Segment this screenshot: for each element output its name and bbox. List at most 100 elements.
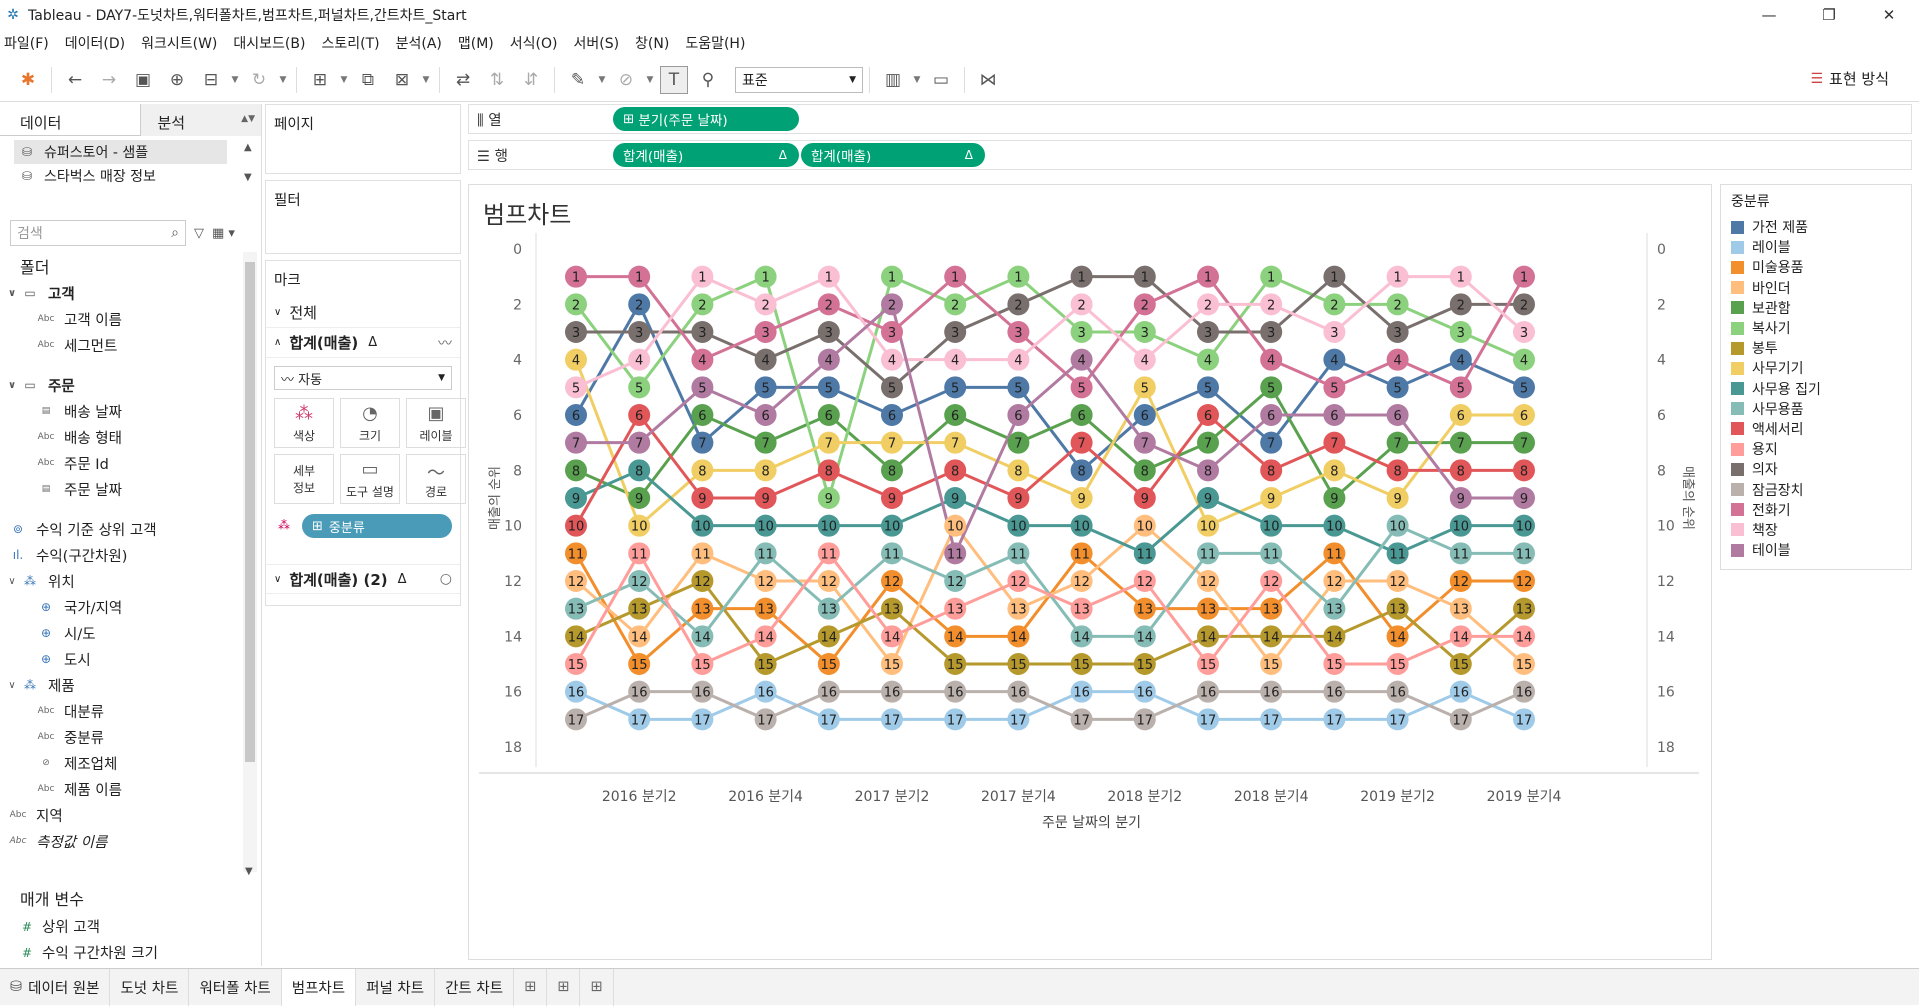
chevron-down-icon[interactable]: ∨ — [6, 380, 18, 391]
columns-shelf[interactable]: ⫼ 열 ⊞ 분기(주문 날짜) — [468, 104, 1912, 134]
field-item[interactable]: Abc 측정값 이름 — [0, 828, 240, 854]
tooltip-button[interactable]: ▭ 도구 설명 — [340, 454, 400, 504]
duplicate-sheet-icon[interactable]: ⧉ — [354, 66, 382, 94]
chevron-down-icon[interactable]: ▼ — [911, 66, 923, 94]
scrollbar-thumb[interactable] — [245, 262, 255, 762]
marks-sales-header[interactable]: ∧ 합계(매출) Δ 〰 — [266, 328, 460, 358]
pages-card[interactable]: 페이지 — [265, 104, 461, 174]
legend-item[interactable]: 전화기 — [1727, 500, 1905, 520]
legend-item[interactable]: 보관함 — [1727, 298, 1905, 318]
show-cards-icon[interactable]: ▥ — [879, 66, 907, 94]
rows-pill[interactable]: 합계(매출) Δ — [801, 143, 985, 167]
mark-type-select[interactable]: 〰 자동 ▼ — [274, 366, 452, 390]
show-labels-icon[interactable]: T — [660, 65, 688, 94]
legend-item[interactable]: 사무기기 — [1727, 358, 1905, 378]
size-button[interactable]: ◔ 크기 — [340, 398, 400, 448]
fix-axes-icon[interactable]: ⚲ — [694, 66, 722, 94]
detail-button[interactable]: 세부 정보 — [274, 454, 334, 504]
legend-item[interactable]: 미술용품 — [1727, 257, 1905, 277]
path-button[interactable]: 〜 경로 — [406, 454, 466, 504]
share-icon[interactable]: ⋈ — [974, 66, 1002, 94]
chevron-down-icon[interactable]: ∨ — [6, 576, 18, 587]
legend-item[interactable]: 레이블 — [1727, 237, 1905, 257]
chevron-down-icon[interactable]: ▼ — [338, 66, 350, 94]
legend-item[interactable]: 사무용품 — [1727, 399, 1905, 419]
menu-item[interactable]: 대시보드(B) — [233, 33, 305, 53]
color-button[interactable]: ⁂ 색상 — [274, 398, 334, 448]
field-item[interactable]: ⊕ 시/도 — [0, 620, 240, 646]
pause-update-icon[interactable]: ⊟ — [197, 66, 225, 94]
menu-item[interactable]: 스토리(T) — [321, 33, 379, 53]
swap-icon[interactable]: ⇄ — [449, 66, 477, 94]
chevron-down-icon[interactable]: ▼ — [277, 66, 289, 94]
new-worksheet-icon[interactable]: ⊞ — [514, 968, 548, 1006]
sort-descending-icon[interactable]: ⇵ — [517, 66, 545, 94]
menu-item[interactable]: 데이터(D) — [65, 33, 125, 53]
redo-icon[interactable]: → — [95, 66, 123, 94]
folder-item[interactable]: ∨ ▭ 주문 — [0, 372, 240, 398]
group-icon[interactable]: ⊘ — [612, 66, 640, 94]
folder-item[interactable]: ∨ ⁂ 제품 — [0, 672, 240, 698]
field-item[interactable]: ⊘ 제조업체 — [0, 750, 240, 776]
field-item[interactable]: ıl. 수익(구간차원) — [0, 542, 240, 568]
sheet-tab[interactable]: 도넛 차트 — [110, 968, 190, 1006]
field-item[interactable]: Abc 고객 이름 — [0, 306, 240, 332]
legend-item[interactable]: 봉투 — [1727, 338, 1905, 358]
menu-item[interactable]: 창(N) — [635, 33, 669, 53]
datasource-item[interactable]: ⛁ 스타벅스 매장 정보 — [0, 164, 261, 188]
field-item[interactable]: Abc 지역 — [0, 802, 240, 828]
refresh-icon[interactable]: ↻ — [245, 66, 273, 94]
tableau-home-icon[interactable]: ✱ — [14, 66, 42, 94]
sheet-tab[interactable]: 간트 차트 — [435, 968, 515, 1006]
scroll-down-icon[interactable]: ▼ — [244, 172, 252, 183]
legend-item[interactable]: 사무용 집기 — [1727, 379, 1905, 399]
show-me-button[interactable]: ☰ 표현 방식 — [1810, 68, 1889, 89]
tab-analysis[interactable]: 분석 ▲▼ — [140, 104, 261, 136]
field-item[interactable]: ⊕ 국가/지역 — [0, 594, 240, 620]
undo-icon[interactable]: ← — [61, 66, 89, 94]
field-item[interactable]: Abc 대분류 — [0, 698, 240, 724]
sheet-tab[interactable]: ⛁ 데이터 원본 — [0, 968, 111, 1006]
search-input[interactable]: 검색 ⌕ — [10, 220, 186, 246]
field-item[interactable]: Abc 배송 형태 — [0, 424, 240, 450]
menu-item[interactable]: 분석(A) — [396, 33, 442, 53]
chevron-down-icon[interactable]: ∨ — [6, 288, 18, 299]
datasource-item[interactable]: ⛁ 슈퍼스토어 - 샘플 — [14, 140, 227, 164]
bump-chart[interactable]: 0 02 24 46 68 810 1012 1214 1416 1618 18매출의 순위 매출의 … — [469, 185, 1711, 959]
menu-item[interactable]: 워크시트(W) — [141, 33, 217, 53]
menu-item[interactable]: 도움말(H) — [685, 33, 745, 53]
label-button[interactable]: ▣ 레이블 — [406, 398, 466, 448]
minimize-icon[interactable]: — — [1739, 0, 1799, 30]
legend-item[interactable]: 액세서리 — [1727, 419, 1905, 439]
scroll-down-icon[interactable]: ▼ — [245, 866, 253, 877]
filters-card[interactable]: 필터 — [265, 180, 461, 254]
chevron-down-icon[interactable]: ▼ — [644, 66, 656, 94]
sheet-tab[interactable]: 워터폴 차트 — [189, 968, 282, 1006]
chevron-down-icon[interactable]: ▼ — [229, 66, 241, 94]
new-worksheet-icon[interactable]: ⊞ — [306, 66, 334, 94]
legend-item[interactable]: 가전 제품 — [1727, 217, 1905, 237]
fit-select[interactable]: 표준 ▼ — [735, 66, 863, 93]
legend-item[interactable]: 책장 — [1727, 520, 1905, 540]
chevron-down-icon[interactable]: ▼ — [596, 66, 608, 94]
menu-item[interactable]: 파일(F) — [4, 33, 49, 53]
view-options-icon[interactable]: ▦ ▾ — [212, 226, 235, 241]
field-item[interactable]: ⊕ 도시 — [0, 646, 240, 672]
series-line[interactable] — [574, 551, 1524, 666]
field-item[interactable]: Abc 중분류 — [0, 724, 240, 750]
scroll-up-icon[interactable]: ▲ — [244, 142, 252, 153]
presentation-mode-icon[interactable]: ▭ — [927, 66, 955, 94]
close-icon[interactable]: ✕ — [1859, 0, 1919, 30]
folder-item[interactable]: ∨ ▭ 고객 — [0, 280, 240, 306]
menu-item[interactable]: 서식(O) — [510, 33, 558, 53]
series-line[interactable] — [575, 385, 1524, 500]
parameter-item[interactable]: # 상위 고객 — [22, 916, 100, 937]
folder-item[interactable]: ∨ ⁂ 위치 — [0, 568, 240, 594]
color-field-pill[interactable]: ⁂ ⊞ 중분류 — [278, 514, 452, 538]
save-icon[interactable]: ▣ — [129, 66, 157, 94]
sort-ascending-icon[interactable]: ⇅ — [483, 66, 511, 94]
new-datasource-icon[interactable]: ⊕ — [163, 66, 191, 94]
highlight-icon[interactable]: ✎ — [564, 66, 592, 94]
clear-sheet-icon[interactable]: ⊠ — [388, 66, 416, 94]
sheet-tab[interactable]: 퍼널 차트 — [356, 968, 436, 1006]
